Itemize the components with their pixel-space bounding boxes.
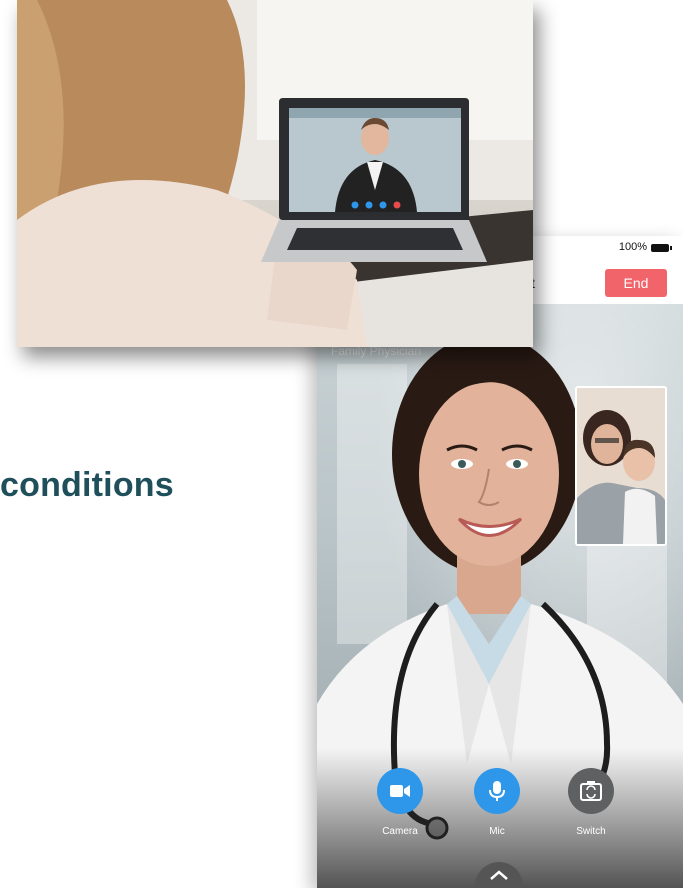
photo-illustration: [17, 0, 533, 347]
laptop-video-call-photo: [17, 0, 533, 347]
mic-button[interactable]: [474, 768, 520, 814]
mic-label: Mic: [489, 826, 505, 837]
battery-icon: [651, 244, 672, 252]
switch-control[interactable]: Switch: [561, 768, 621, 837]
self-view-feed: [577, 388, 665, 544]
switch-camera-icon: [580, 781, 602, 801]
camera-label: Camera: [382, 826, 418, 837]
chevron-up-icon: [490, 870, 508, 880]
end-call-button[interactable]: End: [605, 269, 667, 297]
expand-controls-button[interactable]: [475, 862, 523, 888]
microphone-icon: [489, 781, 505, 801]
switch-label: Switch: [576, 826, 606, 837]
call-controls: Camera Mic Switch: [317, 748, 683, 888]
switch-button[interactable]: [568, 768, 614, 814]
battery-percent: 100%: [618, 241, 647, 253]
video-camera-icon: [390, 785, 410, 797]
headline-text: conditions: [0, 466, 174, 504]
camera-button[interactable]: [377, 768, 423, 814]
self-view-video[interactable]: [575, 386, 667, 546]
camera-control[interactable]: Camera: [370, 768, 430, 837]
mic-control[interactable]: Mic: [467, 768, 527, 837]
